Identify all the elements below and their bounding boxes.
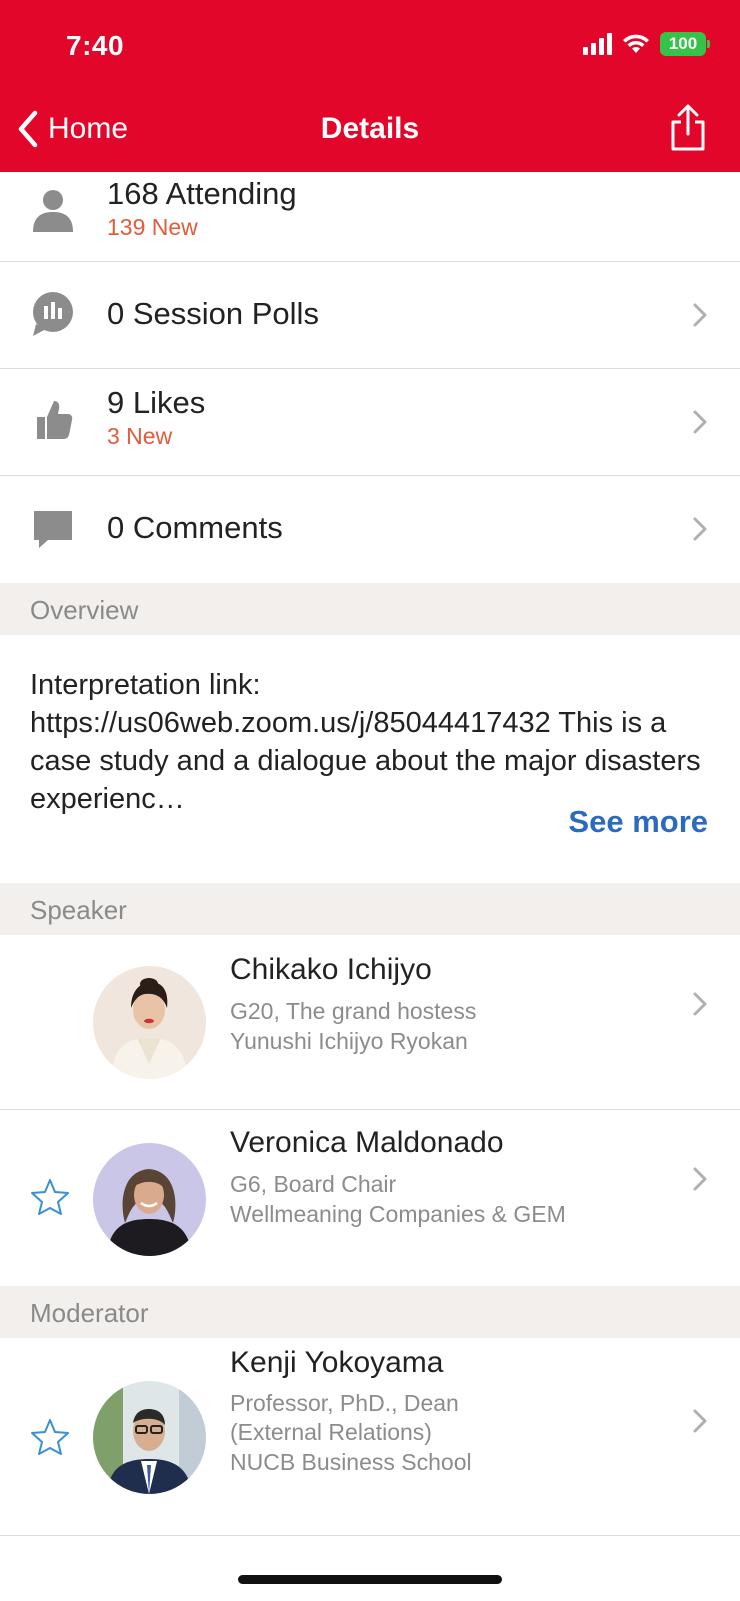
- overview-text: Interpretation link: https://us06web.zoo…: [30, 669, 701, 815]
- attending-row[interactable]: 168 Attending 139 New: [0, 172, 740, 262]
- speaker-heading: Speaker: [30, 895, 127, 925]
- chevron-right-icon: [693, 992, 707, 1016]
- moderator-organization: NUCB Business School: [230, 1449, 472, 1475]
- speaker-section-header: Speaker: [0, 883, 740, 935]
- star-outline-icon[interactable]: [30, 1418, 70, 1456]
- top-bar: 7:40 100 Home Details: [0, 0, 740, 172]
- speaker-name: Veronica Maldonado: [230, 1126, 504, 1159]
- thumbs-up-icon: [37, 401, 73, 439]
- session-polls-row[interactable]: 0 Session Polls: [0, 262, 740, 369]
- likes-count: 9 Likes: [107, 385, 206, 420]
- status-icons: 100: [583, 32, 710, 56]
- speaker-title: G6, Board Chair: [230, 1171, 397, 1197]
- overview-heading: Overview: [30, 595, 139, 625]
- speaker-row[interactable]: Veronica Maldonado G6, Board Chair Wellm…: [0, 1110, 740, 1286]
- back-button[interactable]: Home: [16, 110, 128, 148]
- status-time: 7:40: [66, 30, 125, 61]
- likes-new: 3 New: [107, 423, 173, 449]
- speaker-organization: Yunushi Ichijyo Ryokan: [230, 1028, 468, 1054]
- chevron-right-icon: [693, 410, 707, 434]
- chevron-left-icon: [18, 110, 38, 148]
- comments-count: 0 Comments: [107, 510, 283, 545]
- likes-row[interactable]: 9 Likes 3 New: [0, 369, 740, 476]
- avatar: [93, 1143, 206, 1256]
- moderator-heading: Moderator: [30, 1298, 149, 1328]
- chevron-right-icon: [693, 517, 707, 541]
- overview-section-header: Overview: [0, 583, 740, 635]
- speaker-organization: Wellmeaning Companies & GEM: [230, 1201, 566, 1227]
- back-label: Home: [48, 112, 129, 145]
- chevron-right-icon: [693, 303, 707, 327]
- chevron-right-icon: [693, 1409, 707, 1433]
- moderator-title: Professor, PhD., Dean: [230, 1390, 459, 1416]
- session-polls-label: 0 Session Polls: [107, 296, 319, 331]
- moderator-title-continued: (External Relations): [230, 1419, 432, 1445]
- share-button[interactable]: [668, 104, 708, 157]
- avatar: [93, 1381, 206, 1494]
- battery-indicator: 100: [660, 32, 710, 56]
- wifi-icon: [623, 34, 649, 53]
- speaker-title: G20, The grand hostess: [230, 998, 477, 1024]
- attending-count: 168 Attending: [107, 176, 297, 211]
- comments-row[interactable]: 0 Comments: [0, 476, 740, 583]
- avatar: [93, 966, 206, 1079]
- person-icon: [33, 190, 73, 232]
- moderator-row[interactable]: Kenji Yokoyama Professor, PhD., Dean (Ex…: [0, 1338, 740, 1536]
- attending-new: 139 New: [107, 214, 198, 240]
- speaker-row[interactable]: Chikako Ichijyo G20, The grand hostess Y…: [0, 935, 740, 1110]
- see-more-link[interactable]: See more: [568, 804, 708, 840]
- moderator-section-header: Moderator: [0, 1286, 740, 1338]
- share-icon: [671, 104, 705, 151]
- comment-icon: [34, 511, 72, 548]
- poll-icon: [33, 292, 73, 336]
- signal-icon: [583, 33, 612, 55]
- home-indicator[interactable]: [238, 1575, 502, 1584]
- star-outline-icon[interactable]: [30, 1178, 70, 1216]
- chevron-right-icon: [693, 1167, 707, 1191]
- speaker-name: Chikako Ichijyo: [230, 953, 432, 986]
- moderator-name: Kenji Yokoyama: [230, 1346, 444, 1379]
